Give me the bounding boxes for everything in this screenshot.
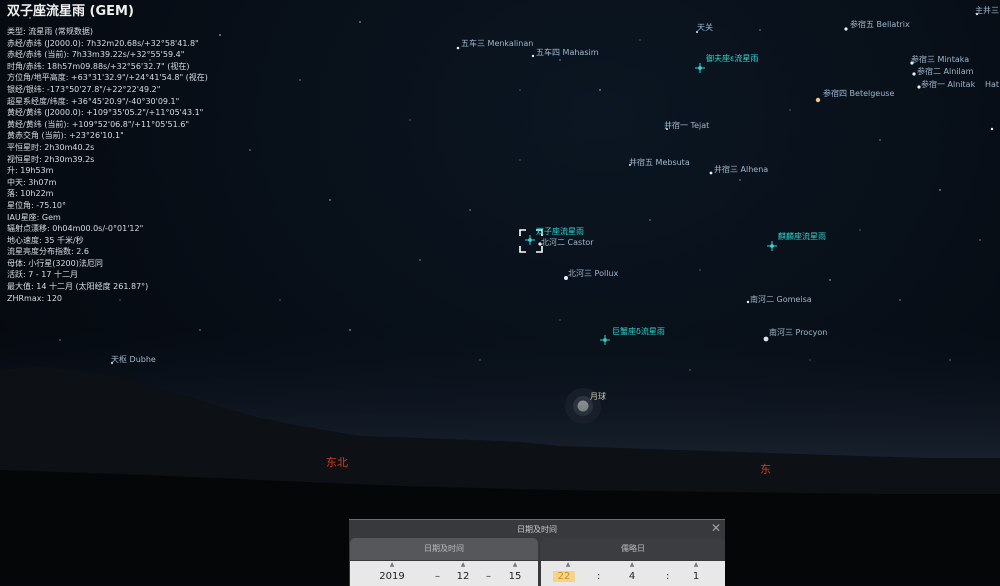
star-label-alnitak[interactable]: 参宿一 Alnitak bbox=[921, 80, 975, 90]
info-row: 地心速度: 35 千米/秒 bbox=[7, 235, 84, 245]
time-separator: : bbox=[666, 571, 670, 582]
aurigids-radiant bbox=[695, 63, 705, 73]
month-up-arrow-icon[interactable]: ▲ bbox=[448, 561, 478, 568]
info-row: IAU星座: Gem bbox=[7, 212, 61, 222]
star-label-tianguan[interactable]: 天关 bbox=[697, 23, 713, 33]
info-row: 星位角: -75.10° bbox=[7, 200, 67, 210]
info-row: ZHRmax: 120 bbox=[7, 293, 62, 303]
meteor-label-monocerotids[interactable]: 麒麟座流星雨 bbox=[778, 232, 826, 242]
info-row: 超星系经度/纬度: +36°45'20.9"/-40°30'09.1" bbox=[7, 96, 180, 106]
time-fields: ▲ 22 : ▲ 4 : ▲ 1 bbox=[541, 561, 725, 586]
info-row: 最大值: 14 十二月 (太阳经度 261.87°) bbox=[7, 282, 149, 292]
cardinal-northeast: 东北 bbox=[326, 456, 348, 469]
date-time-panel-title: 日期及时间 bbox=[517, 525, 557, 534]
meteor-label-aurigids[interactable]: 御夫座ε流星雨 bbox=[706, 54, 758, 64]
date-separator: – bbox=[435, 571, 440, 582]
star-label-mintaka[interactable]: 参宿三 Mintaka bbox=[911, 55, 969, 65]
object-info-panel: 双子座流星雨 (GEM) 类型: 流星雨 (常规数据) 赤经/赤纬 (J2000.… bbox=[7, 4, 208, 304]
info-row: 视恒星时: 2h30m39.2s bbox=[7, 154, 95, 164]
date-fields: ▲ 2019 – ▲ 12 – ▲ 15 bbox=[350, 561, 538, 586]
day-field[interactable]: 15 bbox=[500, 571, 530, 582]
day-up-arrow-icon[interactable]: ▲ bbox=[500, 561, 530, 568]
info-row: 时角/赤纬: 18h57m09.88s/+32°56'32.7" (视在) bbox=[7, 61, 190, 71]
info-row: 中天: 3h07m bbox=[7, 177, 57, 187]
time-separator: : bbox=[597, 571, 601, 582]
tab-date-time[interactable]: 日期及时间 bbox=[350, 538, 538, 560]
star-label-jingsan[interactable]: 主井三 bbox=[975, 6, 999, 16]
close-icon[interactable]: ✕ bbox=[711, 521, 721, 535]
object-info-rows: 类型: 流星雨 (常规数据) 赤经/赤纬 (J2000.0): 7h32m20.6… bbox=[7, 26, 208, 304]
tab-julian-day[interactable]: 儒略日 bbox=[541, 538, 725, 560]
meteor-label-cancrids[interactable]: 巨蟹座δ流星雨 bbox=[612, 327, 665, 337]
info-row: 落: 10h22m bbox=[7, 189, 54, 199]
second-up-arrow-icon[interactable]: ▲ bbox=[681, 561, 711, 568]
info-row: 平恒星时: 2h30m40.2s bbox=[7, 142, 95, 152]
star-label-hat[interactable]: Hat bbox=[985, 80, 999, 90]
info-row: 母体: 小行星(3200)法厄同 bbox=[7, 258, 103, 268]
star-label-alhena[interactable]: 井宿三 Alhena bbox=[714, 165, 768, 175]
info-row: 流星亮度分布指数: 2.6 bbox=[7, 247, 89, 257]
star-label-mahasim[interactable]: 五车四 Mahasim bbox=[536, 48, 599, 58]
star-label-gomeisa[interactable]: 南河二 Gomeisa bbox=[750, 295, 812, 305]
second-field[interactable]: 1 bbox=[681, 571, 711, 582]
info-row: 辐射点漂移: 0h04m00.0s/-0°01'12" bbox=[7, 224, 144, 234]
named-stars bbox=[110, 12, 994, 365]
info-row: 活跃: 7 - 17 十二月 bbox=[7, 270, 79, 280]
info-row: 赤经/赤纬 (J2000.0): 7h32m20.68s/+32°58'41.8… bbox=[7, 38, 199, 48]
date-time-panel: 日期及时间 ✕ 日期及时间 儒略日 ▲ 2019 – ▲ 12 – ▲ 15 ▲… bbox=[349, 519, 725, 586]
info-row: 黄赤交角 (当前): +23°26'10.1" bbox=[7, 131, 124, 141]
moon-label[interactable]: 月球 bbox=[590, 392, 606, 402]
meteor-label-geminids[interactable]: 双子座流星雨 bbox=[536, 227, 584, 237]
minute-up-arrow-icon[interactable]: ▲ bbox=[617, 561, 647, 568]
star-label-bellatrix[interactable]: 参宿五 Bellatrix bbox=[850, 20, 910, 30]
minute-field[interactable]: 4 bbox=[617, 571, 647, 582]
hour-field[interactable]: 22 bbox=[553, 571, 575, 582]
star-label-mebsuta[interactable]: 井宿五 Mebsuta bbox=[629, 158, 690, 168]
info-row: 方位角/地平高度: +63°31'32.9"/+24°41'54.8" (视在) bbox=[7, 73, 208, 83]
star-label-tejat[interactable]: 井宿一 Tejat bbox=[664, 121, 709, 131]
info-row: 赤经/赤纬 (当前): 7h33m39.22s/+32°55'59.4" bbox=[7, 50, 185, 60]
year-field[interactable]: 2019 bbox=[377, 571, 407, 582]
info-row: 升: 19h53m bbox=[7, 166, 54, 176]
star-label-dubhe[interactable]: 天枢 Dubhe bbox=[111, 355, 156, 365]
star-label-betelgeuse[interactable]: 参宿四 Betelgeuse bbox=[823, 89, 894, 99]
star-label-menkalinan[interactable]: 五车三 Menkalinan bbox=[461, 39, 533, 49]
info-row: 黄经/黄纬 (J2000.0): +109°35'05.2"/+11°05'43… bbox=[7, 108, 204, 118]
month-field[interactable]: 12 bbox=[448, 571, 478, 582]
cardinal-east: 东 bbox=[760, 463, 771, 476]
info-row: 银经/银纬: -173°50'27.8"/+22°22'49.2" bbox=[7, 84, 161, 94]
star-label-pollux[interactable]: 北河三 Pollux bbox=[568, 269, 618, 279]
info-row: 类型: 流星雨 (常规数据) bbox=[7, 27, 94, 36]
star-label-castor[interactable]: 北河二 Castor bbox=[541, 238, 594, 248]
date-separator: – bbox=[486, 571, 491, 582]
star-label-alnilam[interactable]: 参宿二 Alnilam bbox=[917, 67, 973, 77]
geminids-radiant bbox=[525, 235, 535, 245]
monocerotids-radiant bbox=[767, 241, 777, 251]
info-row: 黄经/黄纬 (当前): +109°52'06.8"/+11°05'51.6" bbox=[7, 119, 190, 129]
meteor-radiants bbox=[525, 63, 777, 345]
hour-up-arrow-icon[interactable]: ▲ bbox=[553, 561, 583, 568]
star-label-procyon[interactable]: 南河三 Procyon bbox=[769, 328, 827, 338]
year-up-arrow-icon[interactable]: ▲ bbox=[377, 561, 407, 568]
object-title: 双子座流星雨 (GEM) bbox=[7, 4, 134, 19]
